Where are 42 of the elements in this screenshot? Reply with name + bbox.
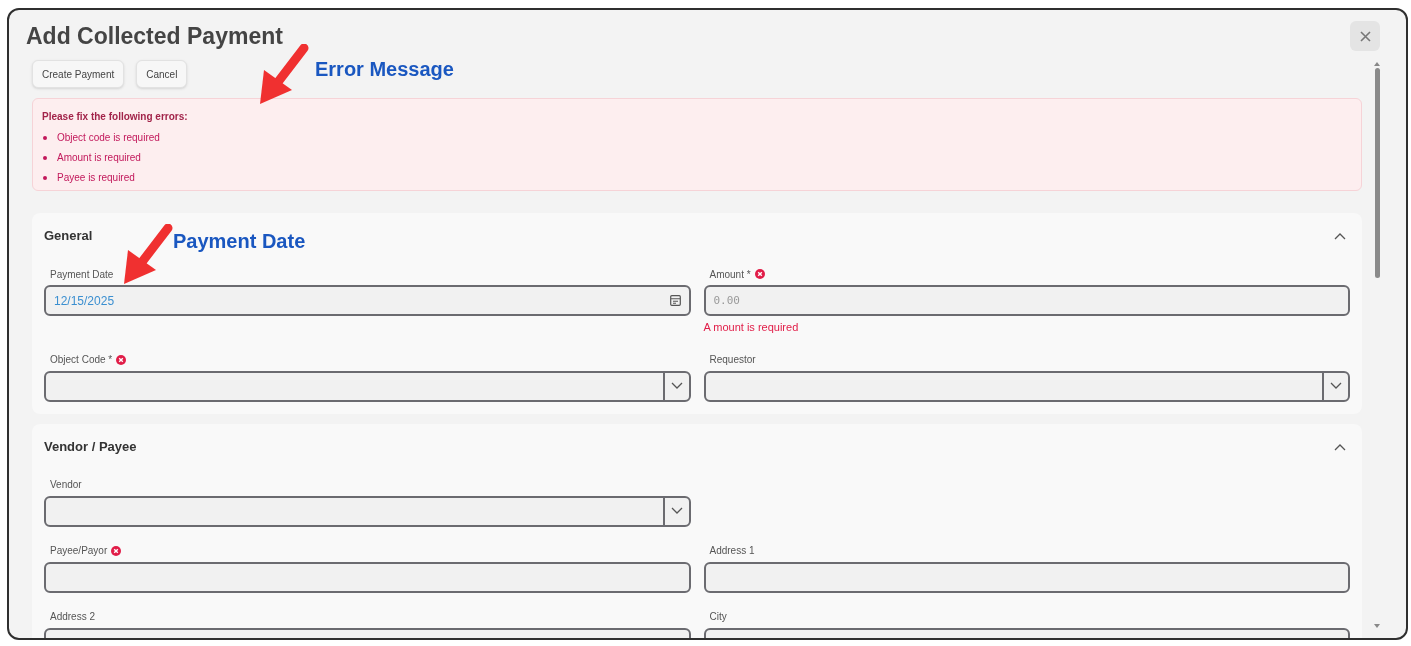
input-field[interactable] [703,561,1350,593]
section-title: General [44,227,93,246]
annotation-label: Error Message [315,57,454,82]
error-icon [116,354,127,365]
calendar-icon[interactable] [669,295,681,306]
field-label: Address 2 [50,610,96,624]
chevron-up-icon[interactable] [1334,232,1346,240]
error-item: Payee is required [57,171,135,185]
select-field[interactable] [44,370,691,402]
select-field[interactable] [44,495,691,527]
field-label: Requestor [709,353,756,367]
input-field[interactable]: 0.00 [703,285,1350,316]
bullet-icon [43,135,47,140]
bullet-icon [43,175,47,180]
input-field[interactable] [44,561,691,593]
field-label: City [709,610,727,624]
chevron-down-icon[interactable] [670,382,683,390]
field-label: Amount * [709,267,751,282]
field-error: A mount is required [703,320,799,335]
annotation-arrow [122,224,174,286]
close-button[interactable] [1350,21,1380,51]
field-label: Address 1 [709,544,755,558]
annotation-label: Payment Date [173,229,306,254]
field-label: Vendor [50,478,82,492]
field-label: Payee/Payor [50,544,108,558]
field-label: Payment Date [50,267,114,282]
chevron-down-icon[interactable] [1330,382,1342,390]
dialog-title: Add Collected Payment [26,21,283,51]
section-title: Vendor / Payee [44,437,137,456]
error-heading: Please fix the following errors: [42,110,189,124]
error-icon [111,545,122,556]
chevron-down-icon[interactable] [670,507,683,515]
close-icon [1359,30,1371,42]
field-label: Object Code * [50,353,113,367]
error-item: Object code is required [57,131,160,145]
error-icon [754,269,765,279]
select-field[interactable] [703,370,1350,402]
action-button[interactable]: Cancel [136,60,188,88]
bullet-icon [43,155,47,160]
chevron-up-icon[interactable] [1334,442,1346,451]
error-item: Amount is required [57,151,141,165]
action-button[interactable]: Create Payment [32,60,125,88]
